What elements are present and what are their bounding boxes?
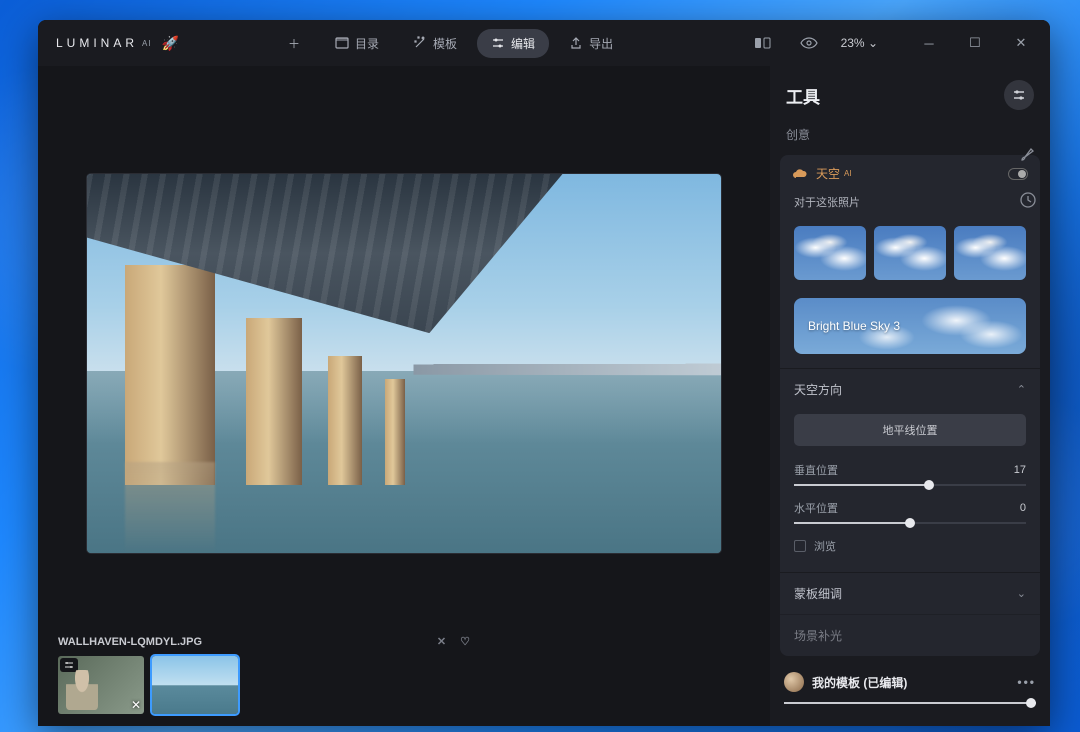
sky-option-1[interactable] bbox=[794, 226, 866, 280]
nav-export[interactable]: 导出 bbox=[555, 29, 627, 58]
tools-title: 工具 bbox=[786, 83, 1004, 108]
canvas-holder bbox=[38, 66, 770, 631]
main-area: WALLHAVEN-LQMDYL.JPG ✕ ♡ ✕ bbox=[38, 66, 1050, 726]
logo-suffix: AI bbox=[142, 39, 152, 48]
sliders-icon bbox=[491, 36, 505, 50]
nav-templates-label: 模板 bbox=[433, 35, 457, 52]
thumbnail-2[interactable] bbox=[152, 656, 238, 714]
sky-ai-panel: 天空AI 对于这张照片 Bright Blue Sky 3 天空方向 ⌃ bbox=[780, 155, 1040, 656]
logo-text: LUMINAR bbox=[56, 36, 138, 50]
chevron-up-icon: ⌃ bbox=[1017, 383, 1026, 396]
titlebar-right: 23% ⌄ ─ ☐ ✕ bbox=[749, 28, 1042, 58]
nav-add[interactable]: ＋ bbox=[273, 30, 315, 56]
main-nav: ＋ 目录 模板 编辑 bbox=[273, 29, 627, 58]
favorite-icon[interactable]: ♡ bbox=[460, 635, 470, 648]
thumb-adjust-badge bbox=[60, 658, 78, 672]
for-this-photo-label: 对于这张照片 bbox=[780, 192, 1040, 220]
plus-icon: ＋ bbox=[287, 36, 301, 50]
reject-icon[interactable]: ✕ bbox=[437, 635, 446, 648]
cloud-icon bbox=[792, 168, 808, 180]
window-maximize[interactable]: ☐ bbox=[954, 28, 996, 58]
rocket-icon[interactable]: 🚀 bbox=[162, 35, 183, 52]
thumbnail-1[interactable]: ✕ bbox=[58, 656, 144, 714]
eye-icon[interactable] bbox=[795, 29, 823, 57]
chevron-down-icon: ⌄ bbox=[1017, 587, 1026, 600]
nav-export-label: 导出 bbox=[589, 35, 613, 52]
sky-option-2[interactable] bbox=[874, 226, 946, 280]
sky-selection-dropdown[interactable]: Bright Blue Sky 3 bbox=[794, 298, 1026, 354]
browse-checkbox[interactable] bbox=[794, 540, 806, 552]
chevron-down-icon: ⌄ bbox=[868, 36, 878, 50]
browse-label: 浏览 bbox=[814, 538, 836, 554]
mask-refine-header[interactable]: 蒙板细调 ⌄ bbox=[780, 573, 1040, 614]
titlebar: LUMINAR AI 🚀 ＋ 目录 模板 bbox=[38, 20, 1050, 66]
export-icon bbox=[569, 36, 583, 50]
sky-orientation-header[interactable]: 天空方向 ⌃ bbox=[780, 369, 1040, 410]
template-footer: 我的模板 (已编辑) ••• bbox=[770, 662, 1050, 726]
app-window: LUMINAR AI 🚀 ＋ 目录 模板 bbox=[38, 20, 1050, 726]
vertical-pos-value: 17 bbox=[1014, 464, 1026, 476]
nav-catalog[interactable]: 目录 bbox=[321, 29, 393, 58]
filmstrip: WALLHAVEN-LQMDYL.JPG ✕ ♡ ✕ bbox=[38, 631, 770, 726]
nav-edit[interactable]: 编辑 bbox=[477, 29, 549, 58]
nav-catalog-label: 目录 bbox=[355, 35, 379, 52]
horizontal-pos-slider[interactable] bbox=[794, 522, 1026, 524]
scene-relight-header[interactable]: 场景补光 bbox=[780, 615, 1040, 656]
template-amount-slider[interactable] bbox=[784, 702, 1036, 704]
sky-panel-toggle[interactable] bbox=[1008, 168, 1028, 180]
current-filename: WALLHAVEN-LQMDYL.JPG bbox=[58, 636, 202, 648]
main-photo[interactable] bbox=[87, 174, 721, 553]
catalog-icon bbox=[335, 36, 349, 50]
section-creative: 创意 bbox=[770, 120, 1050, 149]
wand-icon bbox=[413, 36, 427, 50]
horizon-position-button[interactable]: 地平线位置 bbox=[794, 414, 1026, 446]
template-name: 我的模板 (已编辑) bbox=[812, 674, 907, 691]
template-avatar bbox=[784, 672, 804, 692]
sky-orientation-section: 天空方向 ⌃ 地平线位置 垂直位置 17 bbox=[780, 368, 1040, 572]
thumb-close-icon[interactable]: ✕ bbox=[131, 698, 141, 712]
sky-panel-header[interactable]: 天空AI bbox=[780, 155, 1040, 192]
vertical-pos-label: 垂直位置 bbox=[794, 462, 838, 478]
horizontal-pos-value: 0 bbox=[1020, 502, 1026, 514]
zoom-level[interactable]: 23% ⌄ bbox=[841, 36, 878, 50]
horizontal-pos-label: 水平位置 bbox=[794, 500, 838, 516]
compare-icon[interactable] bbox=[749, 29, 777, 57]
nav-edit-label: 编辑 bbox=[511, 35, 535, 52]
window-minimize[interactable]: ─ bbox=[908, 28, 950, 58]
adjustments-button[interactable] bbox=[1004, 80, 1034, 110]
history-icon[interactable] bbox=[1014, 186, 1042, 214]
nav-templates[interactable]: 模板 bbox=[399, 29, 471, 58]
app-logo: LUMINAR AI 🚀 bbox=[56, 35, 183, 52]
sky-option-3[interactable] bbox=[954, 226, 1026, 280]
vertical-pos-slider[interactable] bbox=[794, 484, 1026, 486]
template-more-icon[interactable]: ••• bbox=[1017, 675, 1036, 689]
tools-sidebar: 工具 创意 天空AI bbox=[770, 66, 1050, 726]
selected-sky-label: Bright Blue Sky 3 bbox=[808, 319, 900, 333]
brush-icon[interactable] bbox=[1014, 140, 1042, 168]
canvas-area: WALLHAVEN-LQMDYL.JPG ✕ ♡ ✕ bbox=[38, 66, 770, 726]
sky-panel-title: 天空 bbox=[816, 165, 840, 182]
window-close[interactable]: ✕ bbox=[1000, 28, 1042, 58]
